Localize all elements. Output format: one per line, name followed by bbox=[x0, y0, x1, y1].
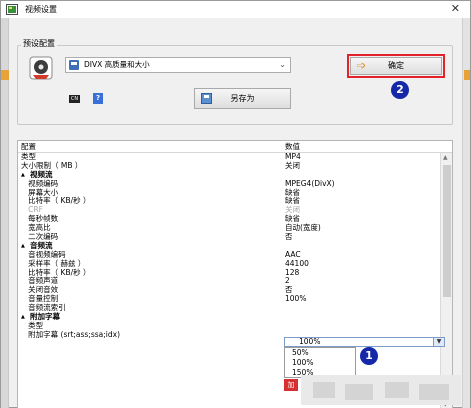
table-row[interactable]: 大小限制（ MB ）关闭 bbox=[18, 160, 440, 171]
title-bar[interactable]: 视频设置 ✕ bbox=[1, 1, 470, 18]
vertical-scrollbar[interactable]: ▲ ▼ bbox=[440, 153, 452, 408]
step-badge-1: 1 bbox=[360, 347, 378, 365]
table-row[interactable]: 比特率（ KB/秒 ） 128 bbox=[18, 268, 440, 278]
table-row[interactable]: 音频声道 2 bbox=[18, 277, 440, 286]
step-badge-2: 2 bbox=[391, 81, 409, 99]
scrollbar-thumb[interactable] bbox=[443, 165, 451, 297]
table-row[interactable]: 宽高比 自动(宽度) bbox=[18, 223, 440, 233]
blur-block bbox=[345, 384, 373, 400]
row-value: 关闭 bbox=[285, 160, 300, 170]
help-icon[interactable]: ? bbox=[93, 93, 103, 104]
add-subtitle-button[interactable]: 加 bbox=[284, 379, 298, 391]
table-row[interactable]: 二次编码否 bbox=[18, 232, 440, 242]
app-icon bbox=[6, 4, 18, 15]
video-settings-window: 视频设置 ✕ 预设配置 DIVX 高质量和大小 ⌄ CN ? 另存为 ➩ 确定 … bbox=[0, 0, 471, 408]
table-row[interactable]: 音量控制 100% bbox=[18, 294, 440, 304]
table-row[interactable]: 每秒帧数 缺省 bbox=[18, 214, 440, 224]
table-row[interactable]: 视频编码 MPEG4(DivX) bbox=[18, 179, 440, 189]
save-as-label: 另存为 bbox=[230, 94, 255, 103]
window-title: 视频设置 bbox=[25, 5, 57, 14]
preset-select-value: DIVX 高质量和大小 bbox=[84, 60, 150, 69]
table-section-row[interactable]: ▲ 附加字幕 bbox=[18, 312, 440, 322]
table-header: 配置 数值 bbox=[18, 141, 452, 153]
table-row[interactable]: CRF 关闭 bbox=[18, 205, 440, 215]
table-section-row[interactable]: ▲ 音频流 bbox=[18, 241, 440, 251]
row-key: 附加字幕 (srt;ass;ssa;idx) bbox=[21, 329, 121, 339]
settings-table: 配置 数值 类型 MP4 大小限制（ MB ）关闭 ▲ 视频流 视频编码 MPEG4(Di… bbox=[17, 140, 453, 408]
volume-combo[interactable]: 100% ▼ bbox=[284, 337, 445, 347]
row-value: 100% bbox=[285, 294, 307, 304]
blur-block bbox=[419, 384, 449, 400]
table-section-row[interactable]: ▲ 视频流 bbox=[18, 170, 440, 180]
preset-film-icon bbox=[29, 56, 53, 80]
background-app-right-edge bbox=[462, 18, 470, 408]
blur-block bbox=[385, 382, 409, 398]
preset-group-label: 预设配置 bbox=[21, 38, 57, 50]
dropdown-option[interactable]: 50% bbox=[285, 348, 355, 358]
table-row[interactable]: 关闭音效否 bbox=[18, 285, 440, 295]
preset-select[interactable]: DIVX 高质量和大小 ⌄ bbox=[65, 57, 291, 73]
table-row[interactable]: 音频流索引 bbox=[18, 303, 440, 313]
volume-dropdown-list: 50% 100% 150% bbox=[284, 347, 356, 378]
format-icon bbox=[69, 60, 79, 70]
ok-highlight-box bbox=[347, 54, 445, 78]
close-icon[interactable]: ✕ bbox=[451, 2, 460, 16]
blur-block bbox=[313, 382, 335, 398]
scroll-up-icon[interactable]: ▲ bbox=[443, 154, 448, 161]
table-row[interactable]: 比特率（ KB/秒 ）缺省 bbox=[18, 197, 440, 206]
save-disk-icon bbox=[201, 93, 212, 104]
blurred-region bbox=[301, 375, 461, 405]
volume-combo-value: 100% bbox=[299, 337, 321, 346]
row-value: 否 bbox=[285, 232, 293, 242]
dropdown-option[interactable]: 100% bbox=[285, 358, 355, 368]
background-app-left-edge bbox=[1, 18, 9, 408]
background-app-orange-marker bbox=[464, 70, 470, 80]
table-rows: 类型 MP4 大小限制（ MB ）关闭 ▲ 视频流 视频编码 MPEG4(DivX) 屏幕… bbox=[18, 152, 440, 340]
chevron-down-icon[interactable]: ▼ bbox=[433, 338, 444, 346]
background-app-orange-marker bbox=[1, 70, 9, 80]
save-as-button[interactable]: 另存为 bbox=[194, 88, 291, 109]
language-icon[interactable]: CN bbox=[69, 95, 80, 103]
chevron-down-icon[interactable]: ⌄ bbox=[279, 58, 286, 72]
